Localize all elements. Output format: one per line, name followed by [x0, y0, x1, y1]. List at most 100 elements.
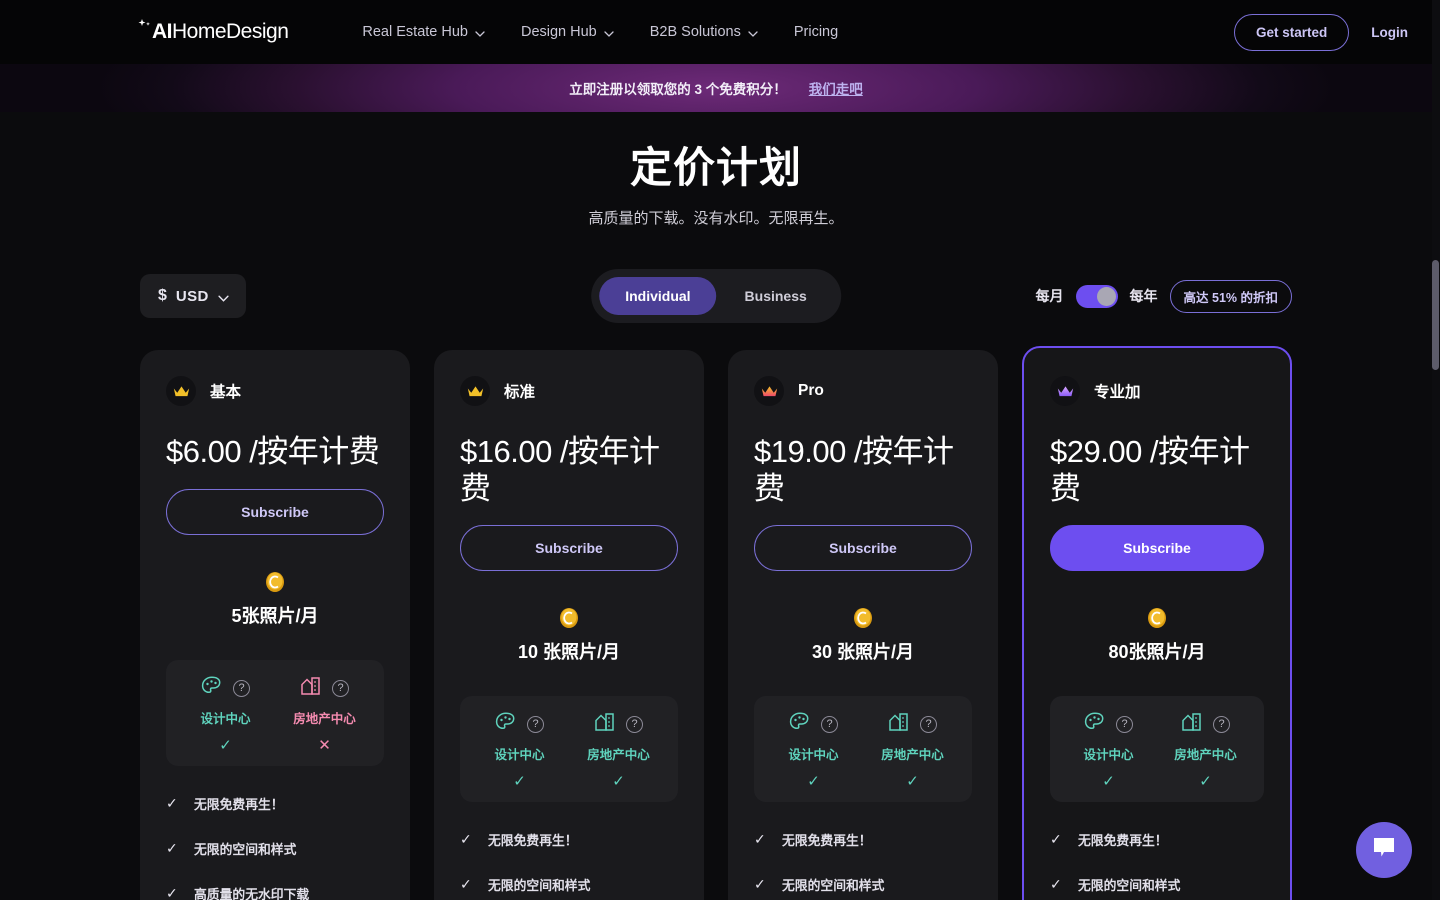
coin-icon: [166, 571, 384, 598]
subscribe-button[interactable]: Subscribe: [460, 525, 678, 572]
plan-features: ✓ 无限免费再生！ ✓ 无限的空间和样式 ✓ 高质量的无水印下载: [754, 830, 972, 900]
building-icon: [1181, 712, 1203, 737]
design-center-label: 设计中心: [788, 748, 839, 763]
plan-credits-text: 10 张照片/月: [517, 642, 621, 663]
plan-price: $29.00 /按年计费: [1050, 434, 1250, 506]
nav-item-label: B2B Solutions: [649, 24, 741, 40]
chat-widget-button[interactable]: [1356, 822, 1412, 878]
feature-item: ✓ 无限免费再生！: [460, 830, 678, 849]
design-center-column: ? 设计中心 ✓: [176, 676, 275, 754]
design-center-column: ? 设计中心 ✓: [764, 712, 863, 790]
chevron-down-icon: [748, 27, 758, 37]
feature-label: 无限的空间和样式: [782, 878, 885, 894]
real-estate-center-column: ? 房地产中心 ✕: [275, 676, 374, 754]
help-icon[interactable]: ?: [1213, 716, 1230, 734]
plan-name: 基本: [210, 384, 242, 401]
feature-label: 无限的空间和样式: [488, 878, 591, 894]
feature-item: ✓ 无限的空间和样式: [166, 839, 384, 858]
feature-label: 无限免费再生！: [1078, 833, 1168, 849]
sparkle-icon: [136, 18, 154, 36]
card-header: 基本: [166, 376, 384, 406]
feature-item: ✓ 无限免费再生！: [1050, 830, 1264, 849]
coin-icon: [754, 607, 972, 634]
coin-icon: [1050, 607, 1264, 634]
nav-item-design-hub[interactable]: Design Hub: [503, 16, 632, 48]
currency-code: USD: [175, 287, 209, 305]
help-icon[interactable]: ?: [626, 716, 643, 734]
feature-item: ✓ 无限免费再生！: [166, 794, 384, 813]
feature-label: 无限免费再生！: [782, 833, 872, 849]
pricing-card-pro: Pro $19.00 /按年计费 Subscribe 30 张照片/月 ? 设计…: [728, 350, 998, 900]
check-icon: ✓: [754, 831, 766, 848]
discount-badge[interactable]: 高达 51% 的折扣: [1169, 279, 1292, 313]
currency-selector[interactable]: $ USD: [140, 274, 246, 318]
plan-centers: ? 设计中心 ✓ ? 房地产中心 ✓: [754, 696, 972, 803]
help-icon[interactable]: ?: [233, 679, 250, 697]
plan-name: Pro: [798, 382, 824, 399]
nav-item-b2b-solutions[interactable]: B2B Solutions: [632, 16, 776, 48]
check-icon: ✓: [754, 876, 766, 893]
real-estate-center-availability: ✓: [906, 773, 919, 791]
design-center-label: 设计中心: [200, 711, 251, 726]
real-estate-center-label: 房地产中心: [1174, 748, 1237, 763]
nav-item-real-estate-hub[interactable]: Real Estate Hub: [344, 16, 503, 48]
page-subtitle: 高质量的下载。没有水印。无限再生。: [588, 210, 844, 227]
plan-credits-text: 80张照片/月: [1108, 642, 1206, 663]
nav-links: Real Estate Hub Design Hub B2B Solutions…: [344, 16, 856, 48]
top-navigation-bar: AIHomeDesign Real Estate Hub Design Hub …: [0, 0, 1432, 64]
billing-yearly-label: 每年: [1129, 288, 1158, 304]
nav-item-pricing[interactable]: Pricing: [776, 16, 856, 48]
check-icon: ✓: [166, 884, 178, 900]
help-icon[interactable]: ?: [332, 679, 349, 697]
billing-period-toggle[interactable]: [1075, 284, 1118, 308]
tab-individual[interactable]: Individual: [599, 277, 717, 315]
chat-bubble-icon: [1371, 836, 1397, 865]
plan-features: ✓ 无限免费再生！ ✓ 无限的空间和样式 ✓ 高质量的无水印下载: [1050, 830, 1264, 900]
building-icon: [888, 712, 910, 737]
help-icon[interactable]: ?: [527, 716, 544, 734]
help-icon[interactable]: ?: [920, 716, 937, 734]
nav-item-label: Real Estate Hub: [362, 24, 468, 40]
hero-section: 定价计划 高质量的下载。没有水印。无限再生。: [0, 112, 1432, 228]
real-estate-center-availability: ✓: [1199, 773, 1212, 791]
crown-icon: [754, 376, 784, 406]
pricing-card-basic: 基本 $6.00 /按年计费 Subscribe 5张照片/月 ? 设计中心 ✓…: [140, 350, 410, 900]
nav-item-label: Pricing: [793, 24, 839, 40]
logo[interactable]: AIHomeDesign: [136, 18, 289, 44]
plan-price: $16.00 /按年计费: [460, 434, 660, 506]
login-link[interactable]: Login: [1371, 25, 1408, 40]
design-center-label: 设计中心: [494, 748, 545, 763]
scrollbar-track[interactable]: [1432, 0, 1440, 900]
nav-item-label: Design Hub: [520, 24, 597, 40]
subscribe-button[interactable]: Subscribe: [754, 525, 972, 572]
help-icon[interactable]: ?: [821, 716, 838, 734]
check-icon: ✓: [1050, 831, 1062, 848]
logo-text: AIHomeDesign: [152, 20, 289, 44]
plan-credits: 10 张照片/月: [460, 607, 678, 664]
real-estate-center-label: 房地产中心: [881, 748, 944, 763]
scrollbar-thumb[interactable]: [1432, 260, 1439, 370]
plan-price: $6.00 /按年计费: [166, 434, 380, 469]
real-estate-center-label: 房地产中心: [587, 748, 650, 763]
feature-label: 无限的空间和样式: [194, 841, 297, 857]
subscribe-button[interactable]: Subscribe: [1050, 525, 1264, 572]
help-icon[interactable]: ?: [1116, 716, 1133, 734]
real-estate-center-column: ? 房地产中心 ✓: [863, 712, 962, 790]
design-center-label: 设计中心: [1083, 748, 1134, 763]
feature-item: ✓ 无限的空间和样式: [754, 875, 972, 894]
crown-icon: [166, 376, 196, 406]
coin-icon: [460, 607, 678, 634]
get-started-button[interactable]: Get started: [1233, 13, 1350, 51]
dollar-icon: $: [158, 287, 167, 304]
tab-business[interactable]: Business: [719, 277, 833, 315]
design-center-column: ? 设计中心 ✓: [1060, 712, 1157, 790]
card-header: Pro: [754, 376, 972, 406]
promo-banner-link[interactable]: 我们走吧: [809, 78, 863, 98]
palette-icon: [495, 712, 517, 737]
feature-label: 高质量的无水印下载: [194, 886, 310, 900]
subscribe-button[interactable]: Subscribe: [166, 488, 384, 535]
plan-credits: 5张照片/月: [166, 571, 384, 628]
billing-period-control: 每月 每年 高达 51% 的折扣: [1036, 279, 1292, 313]
design-center-column: ? 设计中心 ✓: [470, 712, 569, 790]
plan-centers: ? 设计中心 ✓ ? 房地产中心 ✓: [1050, 696, 1264, 803]
